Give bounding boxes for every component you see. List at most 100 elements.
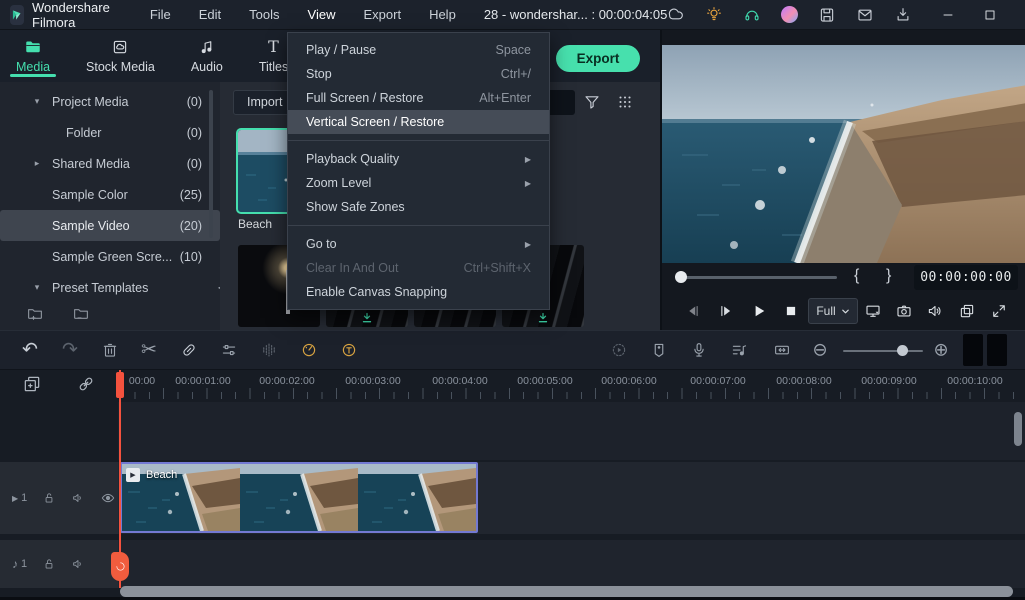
menu-export[interactable]: Export	[349, 0, 415, 30]
tab-stock-media[interactable]: Stock Media	[82, 30, 159, 82]
hide-track-eye-icon[interactable]	[100, 490, 116, 506]
menu-view[interactable]: View	[294, 0, 350, 30]
export-button[interactable]: Export	[556, 45, 640, 72]
audio-icon	[201, 41, 212, 54]
zoom-in-icon[interactable]: ⊕	[933, 340, 948, 361]
sidebar-item-sample-green-screen[interactable]: Sample Green Scre... (10)	[0, 241, 220, 272]
menu-item-zoom-level[interactable]: Zoom Level ▶	[288, 171, 549, 195]
link-clips-icon[interactable]	[76, 374, 96, 394]
zoom-out-icon[interactable]: ⊖	[812, 340, 827, 361]
user-avatar[interactable]	[781, 6, 799, 23]
playhead-grip[interactable]	[111, 552, 129, 581]
track-height-toggle[interactable]	[963, 334, 1007, 366]
minimize-button[interactable]	[940, 7, 956, 23]
menu-file[interactable]: File	[136, 0, 185, 30]
filter-icon[interactable]	[583, 93, 601, 111]
speed-ramping-icon[interactable]	[300, 341, 318, 359]
tab-label: Stock Media	[86, 60, 155, 74]
marker-icon[interactable]	[650, 341, 668, 359]
titles-icon: T	[268, 37, 279, 56]
play-button[interactable]	[750, 302, 768, 320]
submenu-arrow-icon: ▶	[524, 239, 531, 249]
download-icon[interactable]	[894, 6, 912, 24]
menu-item-play-pause[interactable]: Play / Pause Space	[288, 38, 549, 62]
time-ruler[interactable]: 00:00 00:00:01:00 00:00:02:00 00:00:03:0…	[118, 370, 1025, 400]
playback-quality-dropdown[interactable]: Full	[808, 298, 858, 324]
seek-bar[interactable]	[682, 276, 837, 279]
mute-track-icon[interactable]	[71, 491, 85, 505]
mark-out-icon[interactable]: }	[886, 267, 891, 285]
menu-item-stop[interactable]: Stop Ctrl+/	[288, 62, 549, 86]
grid-view-icon[interactable]	[616, 93, 634, 111]
lock-track-icon[interactable]	[42, 491, 56, 505]
stop-button[interactable]	[782, 302, 800, 320]
adjust-properties-icon[interactable]	[220, 341, 238, 359]
fullscreen-icon[interactable]	[990, 302, 1008, 320]
crop-tag-icon[interactable]	[180, 341, 198, 359]
sidebar-item-preset-templates[interactable]: ▾ Preset Templates	[0, 272, 220, 303]
snapshot-camera-icon[interactable]	[895, 302, 913, 320]
bulb-icon[interactable]	[705, 6, 723, 24]
seek-handle[interactable]	[675, 271, 687, 283]
redo-icon[interactable]: ↷	[62, 341, 78, 360]
maximize-button[interactable]	[982, 7, 998, 23]
previous-frame-button[interactable]	[684, 302, 702, 320]
timeline-clip-beach[interactable]: ▶ Beach	[120, 462, 478, 533]
horizontal-scrollbar[interactable]	[120, 586, 1013, 597]
mark-in-icon[interactable]: {	[854, 267, 859, 285]
sidebar-item-sample-color[interactable]: Sample Color (25)	[0, 179, 220, 210]
menu-item-enable-canvas-snapping[interactable]: Enable Canvas Snapping	[288, 280, 549, 304]
undo-icon[interactable]: ↶	[22, 341, 38, 360]
menu-item-show-safe-zones[interactable]: Show Safe Zones	[288, 195, 549, 219]
mail-icon[interactable]	[856, 6, 874, 24]
menu-item-full-screen-restore[interactable]: Full Screen / Restore Alt+Enter	[288, 86, 549, 110]
audio-mixer-icon[interactable]	[730, 341, 748, 359]
timeline-zoom-slider[interactable]	[843, 350, 923, 352]
tab-audio[interactable]: Audio	[187, 30, 227, 82]
sidebar-item-folder[interactable]: Folder (0)	[0, 117, 220, 148]
sidebar-item-sample-video[interactable]: Sample Video (20)	[0, 210, 220, 241]
volume-icon[interactable]	[926, 302, 944, 320]
empty-track-lane[interactable]	[118, 402, 1025, 460]
menu-help[interactable]: Help	[415, 0, 470, 30]
text-to-speech-icon[interactable]	[340, 341, 358, 359]
headset-icon[interactable]	[743, 6, 761, 24]
copy-layers-icon[interactable]	[958, 302, 976, 320]
sidebar-item-shared-media[interactable]: ▸ Shared Media (0)	[0, 148, 220, 179]
add-folder-icon[interactable]	[26, 304, 44, 322]
add-track-icon[interactable]	[22, 374, 42, 394]
fit-to-timeline-icon[interactable]	[773, 341, 791, 359]
download-media-icon[interactable]	[361, 312, 373, 324]
delete-icon[interactable]	[101, 341, 119, 359]
ruler-label: 00:00:05:00	[517, 375, 573, 387]
lock-track-icon[interactable]	[42, 557, 56, 571]
ruler-label: 00:00:01:00	[175, 375, 231, 387]
voiceover-mic-icon[interactable]	[690, 341, 708, 359]
mute-track-icon[interactable]	[71, 557, 85, 571]
remove-folder-icon[interactable]	[72, 304, 90, 322]
caret-down-icon[interactable]: ▾	[30, 282, 44, 293]
menu-item-clear-in-and-out: Clear In And Out Ctrl+Shift+X	[306, 261, 531, 275]
split-scissors-icon[interactable]: ✂	[141, 341, 157, 360]
cloud-icon[interactable]	[667, 6, 685, 24]
vertical-scrollbar[interactable]	[1014, 412, 1022, 446]
menu-item-go-to[interactable]: Go to ▶	[288, 232, 549, 256]
timeline-zoom-handle[interactable]	[897, 345, 908, 356]
display-device-icon[interactable]	[864, 302, 882, 320]
sidebar-scrollbar[interactable]	[209, 90, 213, 238]
caret-right-icon[interactable]: ▸	[30, 158, 44, 169]
menu-tools[interactable]: Tools	[235, 0, 293, 30]
render-preview-icon[interactable]	[610, 341, 628, 359]
caret-down-icon[interactable]: ▾	[30, 96, 44, 107]
menu-item-vertical-screen-restore[interactable]: Vertical Screen / Restore	[288, 110, 549, 134]
audio-denoise-icon[interactable]	[260, 341, 278, 359]
next-frame-button[interactable]	[717, 302, 735, 320]
tab-media[interactable]: Media	[12, 30, 54, 82]
download-media-icon[interactable]	[537, 312, 549, 324]
audio-track-lane[interactable]	[118, 540, 1025, 588]
playhead-head[interactable]	[116, 372, 124, 398]
save-icon[interactable]	[818, 6, 836, 24]
menu-item-playback-quality[interactable]: Playback Quality ▶	[288, 147, 549, 171]
sidebar-item-project-media[interactable]: ▾ Project Media (0)	[0, 86, 220, 117]
menu-edit[interactable]: Edit	[185, 0, 235, 30]
